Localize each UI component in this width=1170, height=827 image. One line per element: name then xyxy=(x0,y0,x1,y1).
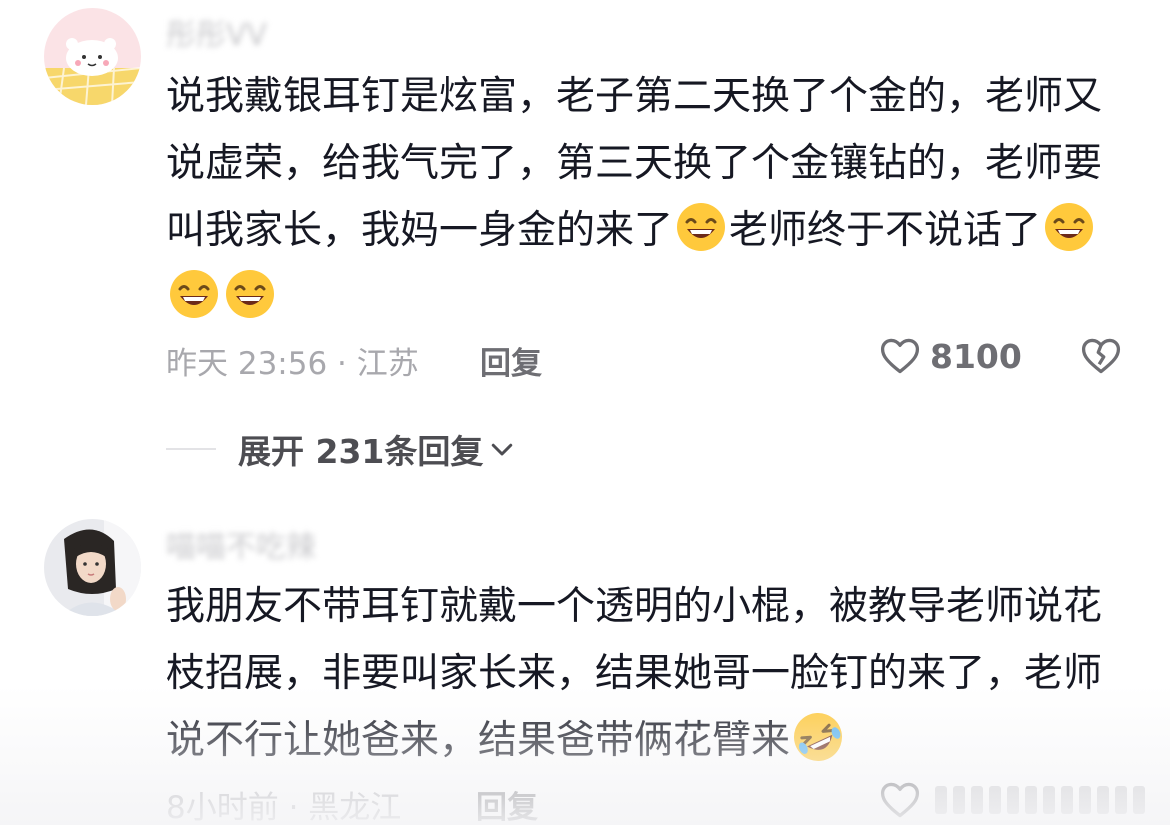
expand-replies-label: 展开 231条回复 xyxy=(238,432,484,471)
heart-outline-icon xyxy=(880,782,920,818)
comment-line: 说我戴银耳钉是炫富，老子第二天换了个金的，老师又 xyxy=(166,74,1103,119)
expand-replies-button[interactable]: 展开 231条回复 xyxy=(166,425,517,473)
reply-button[interactable]: 回复 xyxy=(476,782,538,827)
grinning-sweat-emoji xyxy=(170,270,218,318)
avatar[interactable] xyxy=(44,8,141,105)
video-progress-overlay xyxy=(935,786,1145,814)
grinning-sweat-emoji xyxy=(1045,203,1094,251)
comment-line-text: 老师终于不说话了 xyxy=(729,208,1042,253)
dislike-button[interactable] xyxy=(1079,334,1123,382)
emoji-row xyxy=(166,264,1126,331)
comment-line: 我朋友不带耳钉就戴一个透明的小棍，被教导老师说花 xyxy=(166,584,1103,629)
comment-line: 枝招展，非要叫家长来，结果她哥一脸钉的来了，老师 xyxy=(166,651,1103,696)
avatar[interactable] xyxy=(44,519,141,616)
comment-line: 叫我家长，我妈一身金的来了 老师终于不说话了 xyxy=(166,197,1126,264)
comment-line: 说不行让她爸来，结果爸带俩花臂来 xyxy=(166,707,1126,774)
reply-button[interactable]: 回复 xyxy=(480,338,542,383)
grinning-sweat-emoji xyxy=(677,203,726,251)
comment-line-text: 说不行让她爸来，结果爸带俩花臂来 xyxy=(166,718,791,763)
heart-outline-icon xyxy=(880,338,920,374)
comment-username[interactable]: 喵喵不吃辣 xyxy=(166,522,316,566)
comment-text: 说我戴银耳钉是炫富，老子第二天换了个金的，老师又 说虚荣，给我气完了，第三天换了… xyxy=(166,63,1126,331)
divider xyxy=(166,448,216,450)
comment-line-text: 叫我家长，我妈一身金的来了 xyxy=(166,208,674,253)
comment-username[interactable]: 彤彤VV xyxy=(166,10,267,54)
like-count: 8100 xyxy=(930,336,1022,376)
like-button[interactable] xyxy=(878,778,922,822)
comment-text: 我朋友不带耳钉就戴一个透明的小棍，被教导老师说花 枝招展，非要叫家长来，结果她哥… xyxy=(166,573,1126,774)
comment-time-location: 8小时前 · 黑龙江 xyxy=(166,790,402,826)
grinning-sweat-emoji xyxy=(226,270,274,318)
comment-time-location: 昨天 23:56 · 江苏 xyxy=(166,346,419,382)
rolling-laughing-emoji xyxy=(794,713,843,761)
comment-line: 说虚荣，给我气完了，第三天换了个金镶钻的，老师要 xyxy=(166,141,1103,186)
like-button[interactable]: 8100 xyxy=(878,334,1022,378)
broken-heart-icon xyxy=(1081,338,1121,374)
chevron-down-icon xyxy=(492,443,513,456)
